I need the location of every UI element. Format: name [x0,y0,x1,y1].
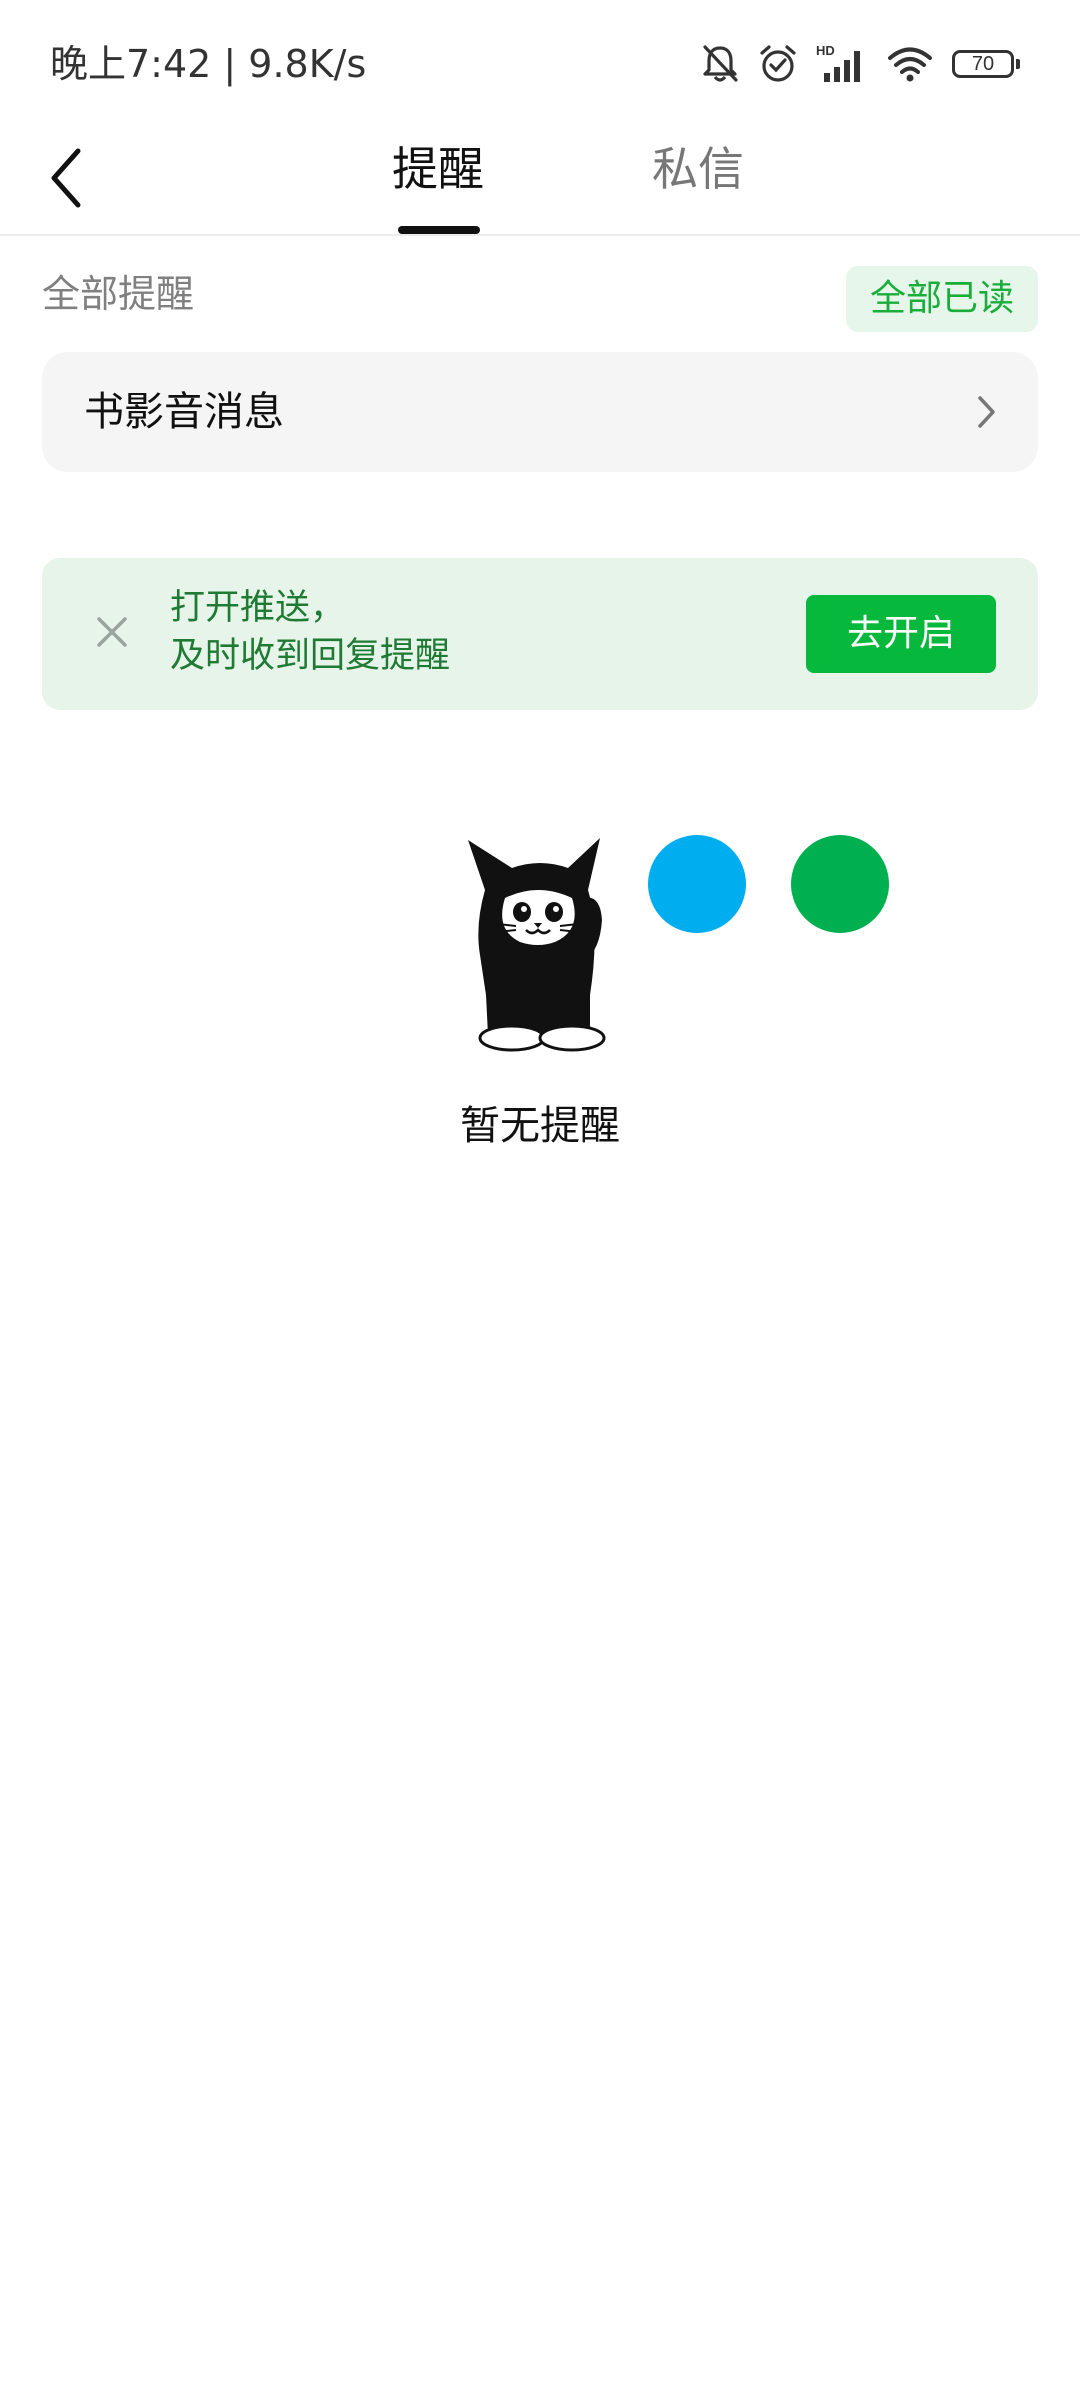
empty-state-text: 暂无提醒 [460,1103,620,1149]
mark-all-read-button[interactable]: 全部已读 [845,266,1038,332]
category-label: 书影音消息 [84,389,284,435]
status-icons: HD 70 [700,40,1020,88]
category-row-media-messages[interactable]: 书影音消息 [42,352,1038,472]
active-tab-indicator [398,226,480,234]
decorative-dot-blue [648,835,746,933]
top-nav: 提醒 私信 [0,126,1080,236]
chevron-left-icon [44,145,88,215]
bell-muted-icon [700,43,740,85]
banner-close-button[interactable] [82,604,142,664]
alarm-icon [758,43,798,85]
battery-icon: 70 [952,50,1020,78]
chevron-right-icon [974,394,998,434]
battery-level: 70 [971,52,995,75]
enable-push-button[interactable]: 去开启 [806,595,996,673]
status-bar: 晚上7:42 | 9.8K/s HD 70 [0,0,1080,126]
tab-private-messages[interactable]: 私信 [598,126,798,234]
wifi-icon [886,43,934,85]
decorative-dot-green [791,835,889,933]
banner-line-2: 及时收到回复提醒 [170,636,451,676]
push-banner: 打开推送， 及时收到回复提醒 去开启 [42,558,1038,710]
back-button[interactable] [24,138,108,222]
svg-text:HD: HD [816,43,835,58]
hd-signal-icon: HD [816,43,868,85]
banner-text: 打开推送， 及时收到回复提醒 [170,584,450,680]
banner-line-1: 打开推送， [170,588,346,628]
section-title: 全部提醒 [42,272,195,316]
close-icon [95,615,129,653]
tab-reminders[interactable]: 提醒 [338,126,538,234]
status-time: 晚上7:42 | 9.8K/s [50,42,367,86]
